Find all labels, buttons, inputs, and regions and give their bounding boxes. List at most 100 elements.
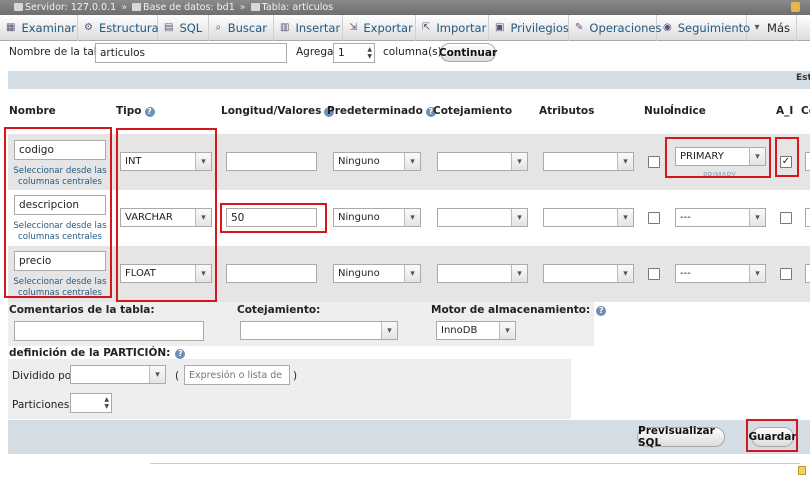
default-value: Ninguno bbox=[338, 156, 380, 167]
collation-select[interactable]: ▾ bbox=[437, 208, 528, 227]
tab-browse[interactable]: ▦ Examinar bbox=[0, 14, 78, 41]
help-icon[interactable]: ? bbox=[175, 349, 186, 359]
partitions-label: Particiones: bbox=[12, 399, 73, 411]
tab-import[interactable]: ⇱ Importar bbox=[416, 14, 489, 41]
attributes-select[interactable]: ▾ bbox=[543, 208, 634, 227]
default-select[interactable]: Ninguno ▾ bbox=[333, 264, 421, 283]
server-icon bbox=[14, 3, 23, 11]
chevron-down-icon: ▾ bbox=[617, 209, 633, 226]
console-icon[interactable] bbox=[798, 466, 806, 475]
add-label: Agregar bbox=[296, 46, 338, 58]
header-type-label: Tipo bbox=[116, 105, 142, 117]
header-index: Índice bbox=[670, 105, 706, 117]
highlight-name-column bbox=[4, 127, 112, 298]
tab-export[interactable]: ⇲ Exportar bbox=[343, 14, 416, 41]
tab-label: Seguimiento bbox=[677, 20, 751, 35]
header-collation: Cotejamiento bbox=[433, 105, 513, 117]
tab-privileges[interactable]: ▣ Privilegios bbox=[489, 14, 569, 41]
database-icon bbox=[132, 3, 142, 11]
tab-sql[interactable]: ▤ SQL bbox=[158, 14, 209, 41]
operations-icon: ✎ bbox=[575, 22, 584, 33]
structure-icon: ⚙ bbox=[84, 22, 93, 33]
tab-label: Buscar bbox=[227, 20, 267, 35]
divided-by-label: Dividido por: bbox=[12, 370, 79, 382]
tab-label: Privilegios bbox=[510, 20, 569, 35]
header-ai: A_I bbox=[776, 105, 794, 117]
table-comments-label: Comentarios de la tabla: bbox=[9, 304, 155, 316]
index-select[interactable]: --- ▾ bbox=[675, 208, 766, 227]
tab-label: Operaciones bbox=[589, 20, 662, 35]
attributes-select[interactable]: ▾ bbox=[543, 264, 634, 283]
chevron-down-icon: ▾ bbox=[499, 322, 515, 339]
chevron-down-icon: ▾ bbox=[404, 209, 420, 226]
index-value: --- bbox=[680, 212, 691, 223]
divided-by-select[interactable]: ▾ bbox=[70, 365, 166, 384]
null-checkbox[interactable] bbox=[648, 268, 660, 280]
default-select[interactable]: Ninguno ▾ bbox=[333, 208, 421, 227]
breadcrumb-separator: » bbox=[121, 2, 128, 13]
tab-label: Estructura bbox=[98, 20, 159, 35]
lock-icon[interactable] bbox=[791, 2, 800, 12]
collation-select[interactable]: ▾ bbox=[437, 264, 528, 283]
auto-increment-checkbox[interactable] bbox=[780, 212, 792, 224]
storage-engine-label-text: Motor de almacenamiento: bbox=[431, 304, 591, 316]
comments-input[interactable] bbox=[805, 152, 810, 171]
breadcrumb-separator: » bbox=[239, 2, 246, 13]
table-collation-select[interactable]: ▾ bbox=[240, 321, 398, 340]
continue-button[interactable]: Continuar bbox=[439, 43, 497, 62]
null-checkbox[interactable] bbox=[648, 156, 660, 168]
import-icon: ⇱ bbox=[422, 22, 431, 33]
header-default: Predeterminado? bbox=[327, 105, 436, 117]
preview-sql-button[interactable]: Previsualizar SQL bbox=[637, 425, 725, 449]
stepper-arrows-icon[interactable]: ▲ ▼ bbox=[367, 46, 372, 60]
comments-input[interactable] bbox=[805, 208, 810, 227]
stepper-arrows-icon[interactable]: ▲ ▼ bbox=[104, 396, 109, 410]
chevron-down-icon: ▾ bbox=[749, 265, 765, 282]
breadcrumb-database[interactable]: Base de datos: bd1 bbox=[143, 2, 235, 13]
add-column-count[interactable]: 1 ▲ ▼ bbox=[333, 43, 375, 63]
length-input[interactable] bbox=[226, 152, 317, 171]
band-title: Estr bbox=[796, 73, 810, 83]
help-icon[interactable]: ? bbox=[596, 306, 607, 316]
tab-search[interactable]: ⌕ Buscar bbox=[209, 14, 274, 41]
null-checkbox[interactable] bbox=[648, 212, 660, 224]
storage-engine-label: Motor de almacenamiento:? bbox=[431, 304, 607, 316]
tab-more[interactable]: ▾ Más bbox=[747, 14, 797, 41]
header-default-label: Predeterminado bbox=[327, 105, 423, 117]
tab-label: Examinar bbox=[21, 20, 77, 35]
columns-label: columna(s) bbox=[383, 46, 442, 58]
tab-operations[interactable]: ✎ Operaciones bbox=[569, 14, 662, 41]
tab-insert[interactable]: ▥ Insertar bbox=[274, 14, 343, 41]
tab-tracking[interactable]: ◉ Seguimiento bbox=[657, 14, 751, 41]
export-icon: ⇲ bbox=[349, 22, 358, 33]
chevron-down-icon: ▾ bbox=[617, 153, 633, 170]
breadcrumb-server[interactable]: Servidor: 127.0.0.1 bbox=[25, 2, 116, 13]
help-icon[interactable]: ? bbox=[144, 107, 155, 117]
chevron-down-icon: ▾ bbox=[511, 265, 527, 282]
length-input[interactable] bbox=[226, 264, 317, 283]
highlight-save-button bbox=[746, 419, 798, 452]
comments-input[interactable] bbox=[805, 264, 810, 283]
table-comments-input[interactable] bbox=[14, 321, 204, 341]
header-null: Nulo bbox=[644, 105, 672, 117]
header-length: Longitud/Valores? bbox=[221, 105, 335, 117]
tab-structure[interactable]: ⚙ Estructura bbox=[78, 14, 159, 41]
insert-icon: ▥ bbox=[280, 22, 290, 33]
default-select[interactable]: Ninguno ▾ bbox=[333, 152, 421, 171]
index-select[interactable]: --- ▾ bbox=[675, 264, 766, 283]
tab-label: SQL bbox=[179, 20, 203, 35]
top-tabs: ▦ Examinar ⚙ Estructura ▤ SQL ⌕ Buscar ▥ Inse… bbox=[0, 14, 810, 41]
chevron-down-icon: ▾ bbox=[511, 153, 527, 170]
partition-expression-input[interactable] bbox=[184, 365, 290, 385]
collation-select[interactable]: ▾ bbox=[437, 152, 528, 171]
storage-engine-select[interactable]: InnoDB ▾ bbox=[436, 321, 516, 340]
search-icon: ⌕ bbox=[215, 22, 222, 33]
partitions-stepper[interactable]: ▲ ▼ bbox=[70, 393, 112, 413]
breadcrumb-table[interactable]: Tabla: articulos bbox=[262, 2, 334, 13]
attributes-select[interactable]: ▾ bbox=[543, 152, 634, 171]
chevron-down-icon: ▾ bbox=[149, 366, 165, 383]
partition-title-text: definición de la PARTICIÓN: bbox=[9, 347, 171, 359]
more-icon: ▾ bbox=[754, 22, 760, 33]
table-name-input[interactable] bbox=[95, 43, 287, 63]
auto-increment-checkbox[interactable] bbox=[780, 268, 792, 280]
